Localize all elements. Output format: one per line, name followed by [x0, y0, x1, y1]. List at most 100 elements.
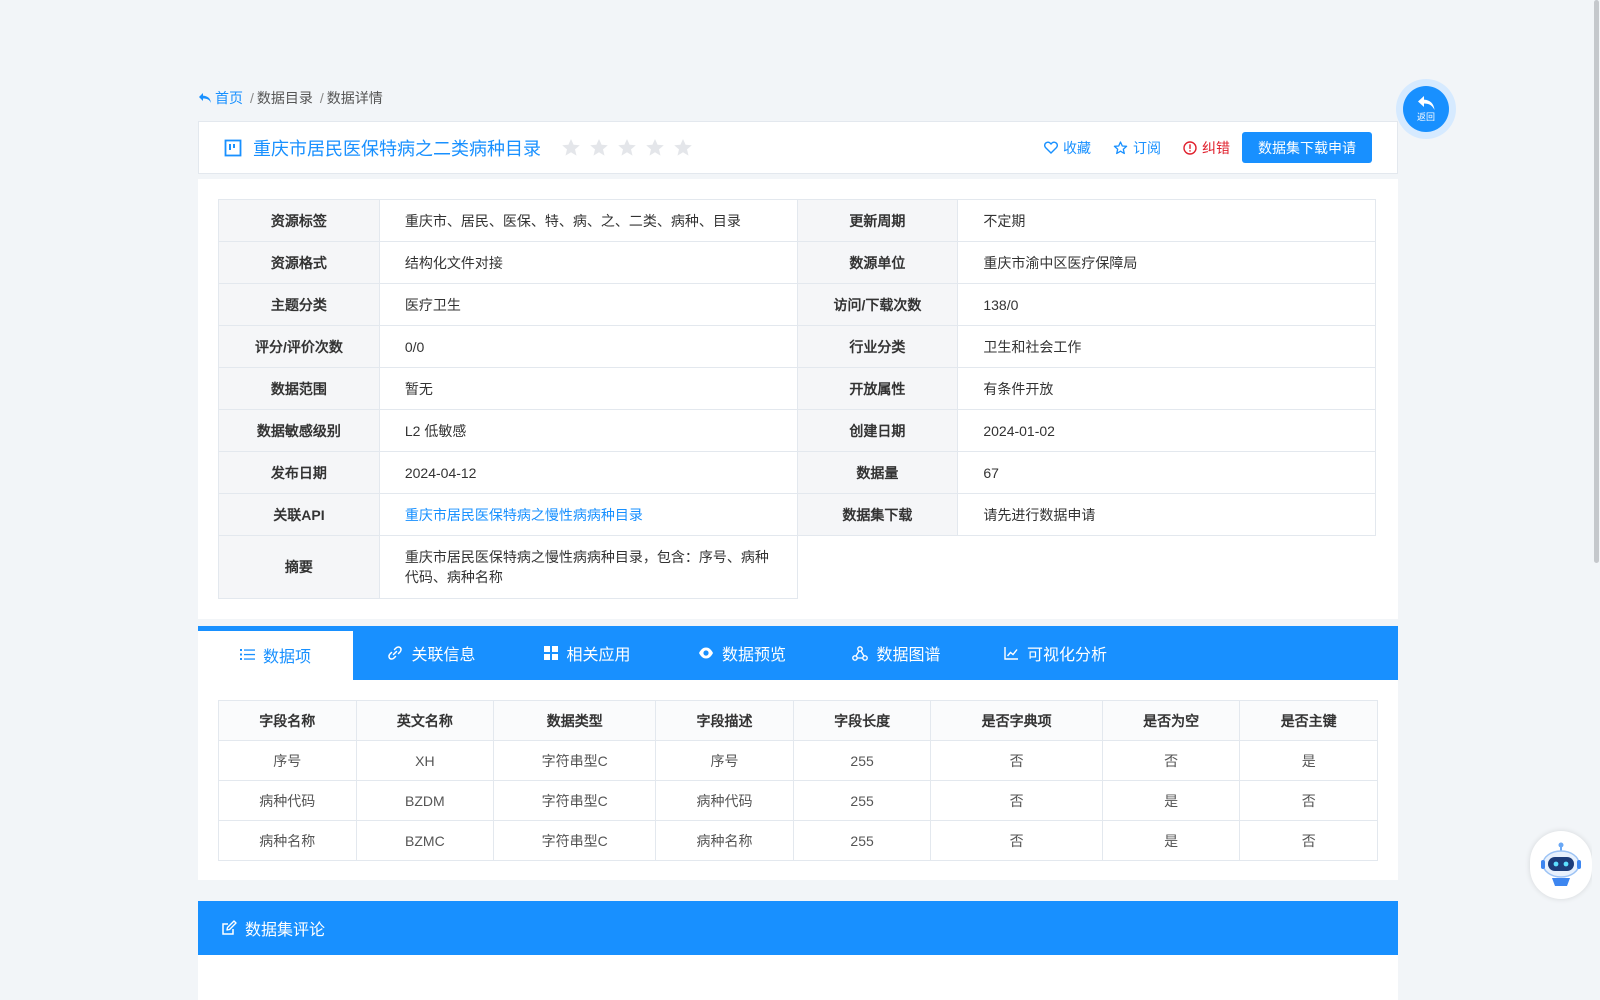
info-key: 创建日期 — [796, 409, 959, 452]
breadcrumb-separator: / — [250, 90, 254, 106]
table-cell: 序号 — [218, 740, 357, 781]
rating-star-icon[interactable] — [645, 138, 665, 158]
tab-data-items[interactable]: 数据项 — [198, 626, 353, 680]
rating-star-icon[interactable] — [561, 138, 581, 158]
download-apply-button[interactable]: 数据集下载申请 — [1242, 132, 1372, 163]
report-error-button[interactable]: 纠错 — [1183, 138, 1230, 158]
info-value: 请先进行数据申请 — [957, 493, 1376, 536]
breadcrumb-catalog[interactable]: 数据目录 — [257, 88, 313, 108]
table-cell: 字符串型C — [493, 820, 657, 861]
info-key: 资源标签 — [218, 199, 380, 242]
tab-related-apps[interactable]: 相关应用 — [510, 626, 665, 680]
info-key: 主题分类 — [218, 283, 380, 326]
info-value: 暂无 — [378, 367, 798, 410]
grid-icon — [544, 646, 559, 660]
back-button-inner: 返回 — [1403, 86, 1449, 132]
fields-header-row: 字段名称 英文名称 数据类型 字段描述 字段长度 是否字典项 是否为空 是否主键 — [218, 700, 1378, 741]
info-value: 0/0 — [378, 325, 798, 368]
breadcrumb-home-link[interactable]: 首页 — [198, 88, 243, 108]
assistant-robot-button[interactable] — [1530, 831, 1592, 899]
back-button[interactable]: 返回 — [1396, 79, 1456, 139]
tab-visual-analysis[interactable]: 可视化分析 — [974, 626, 1137, 680]
favorite-button[interactable]: 收藏 — [1044, 138, 1091, 158]
info-row: 资源格式 结构化文件对接 数源单位 重庆市渝中区医疗保障局 — [218, 241, 1376, 284]
info-value: 不定期 — [957, 199, 1376, 242]
rating-star-icon[interactable] — [617, 138, 637, 158]
info-key: 数据量 — [796, 451, 959, 494]
subscribe-button[interactable]: 订阅 — [1113, 138, 1161, 158]
info-value: 2024-04-12 — [378, 451, 798, 494]
info-row: 关联API 重庆市居民医保特病之慢性病病种目录 数据集下载 请先进行数据申请 — [218, 493, 1376, 536]
info-key: 访问/下载次数 — [796, 283, 959, 326]
page-title: 重庆市居民医保特病之二类病种目录 — [253, 138, 541, 159]
table-cell: 序号 — [655, 740, 794, 781]
fields-panel: 字段名称 英文名称 数据类型 字段描述 字段长度 是否字典项 是否为空 是否主键 序号 XH 字符… — [198, 680, 1398, 880]
title-actions: 收藏 订阅 纠错 数据集下载申请 — [1022, 132, 1372, 163]
tab-label: 可视化分析 — [1026, 647, 1107, 664]
info-value: 67 — [957, 451, 1376, 494]
info-value: 医疗卫生 — [378, 283, 798, 326]
info-row: 评分/评价次数 0/0 行业分类 卫生和社会工作 — [218, 325, 1376, 368]
table-cell: XH — [355, 740, 495, 781]
info-key: 数据范围 — [218, 367, 380, 410]
column-header: 字段描述 — [655, 700, 794, 741]
table-cell: 病种代码 — [655, 780, 794, 821]
tab-label: 数据图谱 — [876, 647, 941, 664]
info-key: 数源单位 — [796, 241, 959, 284]
summary-key: 摘要 — [218, 535, 380, 599]
table-cell: 255 — [792, 780, 932, 821]
edit-icon — [222, 920, 237, 935]
rating-star-icon[interactable] — [589, 138, 609, 158]
info-value: 卫生和社会工作 — [957, 325, 1376, 368]
info-key: 数据集下载 — [796, 493, 959, 536]
column-header: 是否为空 — [1101, 700, 1241, 741]
breadcrumb-detail: 数据详情 — [326, 90, 383, 106]
table-cell: 否 — [930, 820, 1103, 861]
scrollbar-thumb[interactable] — [1594, 0, 1599, 563]
tab-label: 数据预览 — [721, 647, 786, 664]
column-header: 是否字典项 — [930, 700, 1103, 741]
table-cell: 病种代码 — [218, 780, 357, 821]
table-cell: 是 — [1239, 740, 1378, 781]
tab-data-preview[interactable]: 数据预览 — [665, 626, 819, 680]
tab-data-graph[interactable]: 数据图谱 — [819, 626, 974, 680]
page-scrollbar[interactable] — [1592, 0, 1600, 1000]
dataset-icon — [224, 139, 242, 157]
fields-table: 字段名称 英文名称 数据类型 字段描述 字段长度 是否字典项 是否为空 是否主键 序号 XH 字符… — [218, 700, 1378, 861]
table-cell: 病种名称 — [218, 820, 357, 861]
table-cell: 否 — [1239, 780, 1378, 821]
line-chart-icon — [1004, 647, 1018, 660]
rating-star-icon[interactable] — [673, 138, 693, 158]
table-cell: 病种名称 — [655, 820, 794, 861]
tab-label: 相关应用 — [566, 647, 631, 664]
title-bar: 重庆市居民医保特病之二类病种目录 收藏 订阅 纠错 数据集下载申请 — [198, 121, 1398, 174]
table-row: 病种名称 BZMC 字符串型C 病种名称 255 否是否 — [218, 820, 1378, 861]
info-key: 更新周期 — [796, 199, 959, 242]
tab-bar: 数据项 关联信息 相关应用 数据预览 数据图谱 可视化分析 — [198, 626, 1398, 680]
table-cell: 是 — [1101, 820, 1241, 861]
table-cell: 否 — [1239, 820, 1378, 861]
subscribe-label: 订阅 — [1133, 139, 1161, 156]
info-row: 数据范围 暂无 开放属性 有条件开放 — [218, 367, 1376, 410]
info-value: 重庆市渝中区医疗保障局 — [957, 241, 1376, 284]
return-arrow-icon — [1418, 96, 1435, 110]
tab-related-info[interactable]: 关联信息 — [353, 626, 510, 680]
empty-cell — [797, 536, 1376, 599]
related-api-link[interactable]: 重庆市居民医保特病之慢性病病种目录 — [378, 493, 798, 536]
rating-stars[interactable] — [561, 138, 693, 158]
info-key: 关联API — [218, 493, 380, 536]
info-value: L2 低敏感 — [378, 409, 798, 452]
table-cell: BZDM — [355, 780, 495, 821]
summary-value: 重庆市居民医保特病之慢性病病种目录，包含：序号、病种代码、病种名称 — [378, 535, 798, 599]
info-key: 行业分类 — [796, 325, 959, 368]
back-label: 返回 — [1416, 112, 1435, 122]
tab-label: 关联信息 — [411, 647, 476, 664]
info-key: 数据敏感级别 — [218, 409, 380, 452]
list-icon — [239, 649, 255, 660]
table-cell: 是 — [1101, 780, 1241, 821]
info-key: 开放属性 — [796, 367, 959, 410]
table-cell: BZMC — [355, 820, 495, 861]
table-cell: 字符串型C — [493, 780, 657, 821]
column-header: 数据类型 — [493, 700, 657, 741]
info-value: 重庆市、居民、医保、特、病、之、二类、病种、目录 — [378, 199, 798, 242]
